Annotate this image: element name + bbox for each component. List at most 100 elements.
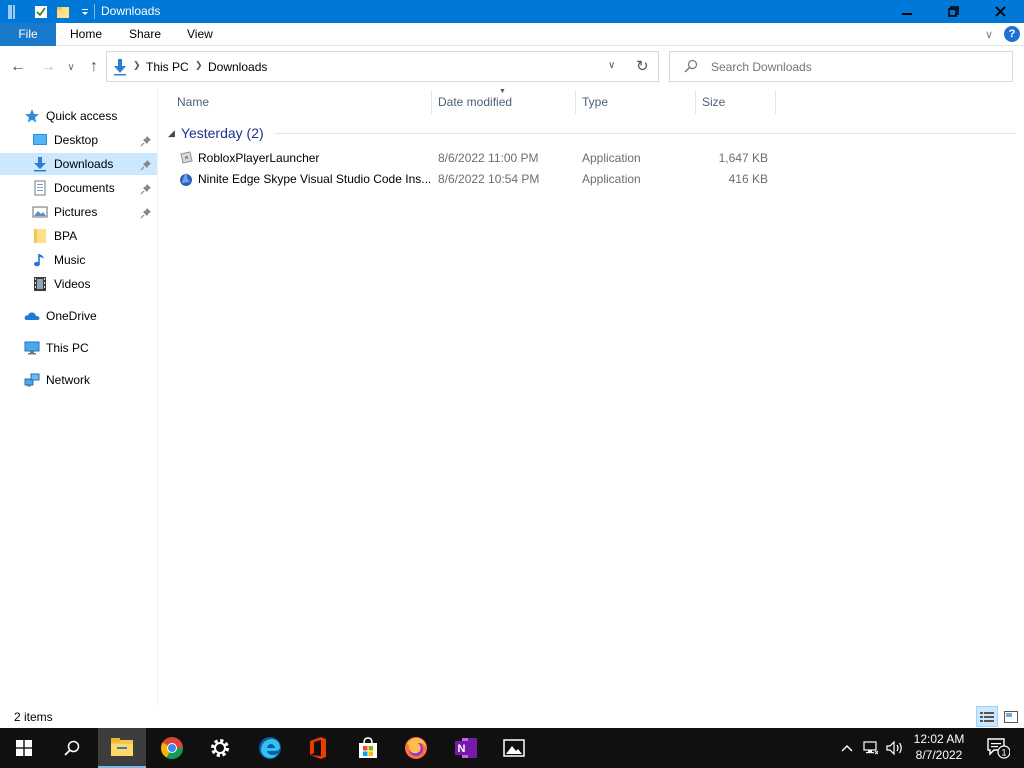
breadcrumb-separator-icon[interactable]: ❯ xyxy=(195,60,203,71)
minimize-button[interactable] xyxy=(884,0,930,23)
status-bar: 2 items xyxy=(0,706,1024,728)
nav-item-label: Documents xyxy=(54,181,115,195)
notification-count: 1 xyxy=(1001,748,1006,758)
tab-view[interactable]: View xyxy=(187,23,213,46)
downloads-folder-icon xyxy=(32,156,48,172)
chrome-taskbar-icon[interactable] xyxy=(148,728,196,768)
group-label: Yesterday (2) xyxy=(180,125,264,141)
file-type: Application xyxy=(582,151,641,165)
pin-icon[interactable] xyxy=(140,159,152,171)
settings-gear-taskbar-icon[interactable] xyxy=(196,728,244,768)
file-date-modified: 8/6/2022 11:00 PM xyxy=(438,151,539,165)
onedrive-cloud-icon xyxy=(24,308,40,324)
start-button[interactable] xyxy=(0,728,48,768)
back-arrow-icon[interactable]: ← xyxy=(8,57,28,77)
nav-item-label: Quick access xyxy=(46,109,118,123)
firefox-taskbar-icon[interactable] xyxy=(392,728,440,768)
breadcrumb-downloads[interactable]: Downloads xyxy=(208,60,267,74)
tab-file[interactable]: File xyxy=(0,23,56,46)
forward-arrow-icon[interactable]: → xyxy=(38,57,58,77)
downloads-location-icon xyxy=(111,58,129,76)
close-button[interactable] xyxy=(976,0,1024,23)
large-icons-view-button[interactable] xyxy=(1000,706,1022,727)
expand-ribbon-chevron-icon[interactable]: ∨ xyxy=(985,28,993,41)
new-folder-icon[interactable] xyxy=(54,3,72,21)
office-taskbar-icon[interactable] xyxy=(294,728,342,768)
up-arrow-icon[interactable]: ↑ xyxy=(84,57,104,77)
tab-share[interactable]: Share xyxy=(129,23,161,46)
nav-item-bpa[interactable]: BPA xyxy=(32,225,77,247)
nav-item-label: This PC xyxy=(46,341,89,355)
nav-item-label: Videos xyxy=(54,277,91,291)
action-center-button[interactable]: 1 xyxy=(980,728,1016,768)
nav-item-network[interactable]: Network xyxy=(24,369,90,391)
column-header-type[interactable]: Type xyxy=(576,90,696,114)
window-title: Downloads xyxy=(101,4,161,18)
file-type: Application xyxy=(582,172,641,186)
nav-item-this-pc[interactable]: This PC xyxy=(24,337,89,359)
details-view-button[interactable] xyxy=(976,706,998,727)
pin-icon[interactable] xyxy=(140,135,152,147)
navigation-pane: Quick access Desktop Downloads Documents… xyxy=(0,88,158,706)
roblox-app-icon xyxy=(178,150,194,166)
refresh-icon[interactable]: ↻ xyxy=(636,57,649,75)
file-explorer-taskbar-icon[interactable] xyxy=(98,728,146,768)
nav-item-music[interactable]: Music xyxy=(32,249,85,271)
nav-item-onedrive[interactable]: OneDrive xyxy=(24,305,97,327)
nav-item-documents[interactable]: Documents xyxy=(32,177,115,199)
file-row[interactable]: RobloxPlayerLauncher 8/6/2022 11:00 PM A… xyxy=(172,148,776,169)
videos-folder-icon xyxy=(32,276,48,292)
column-header-date-modified[interactable]: Date modified xyxy=(432,90,576,114)
recent-locations-chevron-icon[interactable]: ∨ xyxy=(64,57,78,77)
show-hidden-icons-chevron-icon[interactable] xyxy=(838,728,856,768)
system-clock[interactable]: 12:02 AM 8/7/2022 xyxy=(906,731,972,765)
documents-folder-icon xyxy=(32,180,48,196)
pictures-folder-icon xyxy=(32,204,48,220)
nav-item-label: Music xyxy=(54,253,86,267)
nav-item-downloads[interactable]: Downloads xyxy=(0,153,157,175)
explorer-app-icon[interactable] xyxy=(4,3,22,21)
breadcrumb-this-pc[interactable]: This PC xyxy=(146,60,189,74)
address-bar[interactable]: ❯ This PC ❯ Downloads ∨ ↻ xyxy=(106,51,659,82)
pin-icon[interactable] xyxy=(140,183,152,195)
quick-access-toolbar xyxy=(0,0,94,23)
column-header-size[interactable]: Size xyxy=(696,90,776,114)
nav-item-label: Desktop xyxy=(54,133,99,147)
nav-item-pictures[interactable]: Pictures xyxy=(32,201,97,223)
search-box[interactable] xyxy=(669,51,1013,82)
group-header-yesterday[interactable]: ◢ Yesterday (2) xyxy=(168,123,264,143)
volume-icon[interactable] xyxy=(884,728,906,768)
address-history-dropdown-icon[interactable]: ∨ xyxy=(608,60,615,71)
onenote-taskbar-icon[interactable]: N xyxy=(442,728,490,768)
nav-item-videos[interactable]: Videos xyxy=(32,273,90,295)
star-icon xyxy=(24,108,40,124)
network-status-icon[interactable] xyxy=(860,728,882,768)
pin-icon[interactable] xyxy=(140,207,152,219)
group-divider xyxy=(275,133,1016,134)
computer-icon xyxy=(24,340,40,356)
file-date-modified: 8/6/2022 10:54 PM xyxy=(438,172,540,186)
nav-item-desktop[interactable]: Desktop xyxy=(32,129,98,151)
file-row[interactable]: Ninite Edge Skype Visual Studio Code Ins… xyxy=(172,169,776,190)
file-size: 416 KB xyxy=(728,172,768,186)
restore-button[interactable] xyxy=(930,0,976,23)
help-button[interactable]: ? xyxy=(1004,26,1020,42)
properties-icon[interactable] xyxy=(32,3,50,21)
network-icon xyxy=(24,372,40,388)
search-taskbar-button[interactable] xyxy=(48,728,96,768)
breadcrumb-separator-icon[interactable]: ❯ xyxy=(133,60,141,71)
edge-taskbar-icon[interactable] xyxy=(246,728,294,768)
photos-taskbar-icon[interactable] xyxy=(490,728,538,768)
column-header-name[interactable]: Name xyxy=(171,90,432,114)
search-input[interactable] xyxy=(711,60,991,74)
microsoft-store-taskbar-icon[interactable] xyxy=(344,728,392,768)
nav-item-quick-access[interactable]: Quick access xyxy=(24,105,117,127)
customize-qat-dropdown-icon[interactable] xyxy=(76,3,94,21)
title-separator xyxy=(94,4,95,19)
nav-item-label: Pictures xyxy=(54,205,98,219)
file-size: 1,647 KB xyxy=(718,151,768,165)
collapse-group-arrow-icon[interactable]: ◢ xyxy=(168,128,175,139)
nav-item-label: Downloads xyxy=(54,157,114,171)
music-folder-icon xyxy=(32,252,48,268)
tab-home[interactable]: Home xyxy=(70,23,102,46)
